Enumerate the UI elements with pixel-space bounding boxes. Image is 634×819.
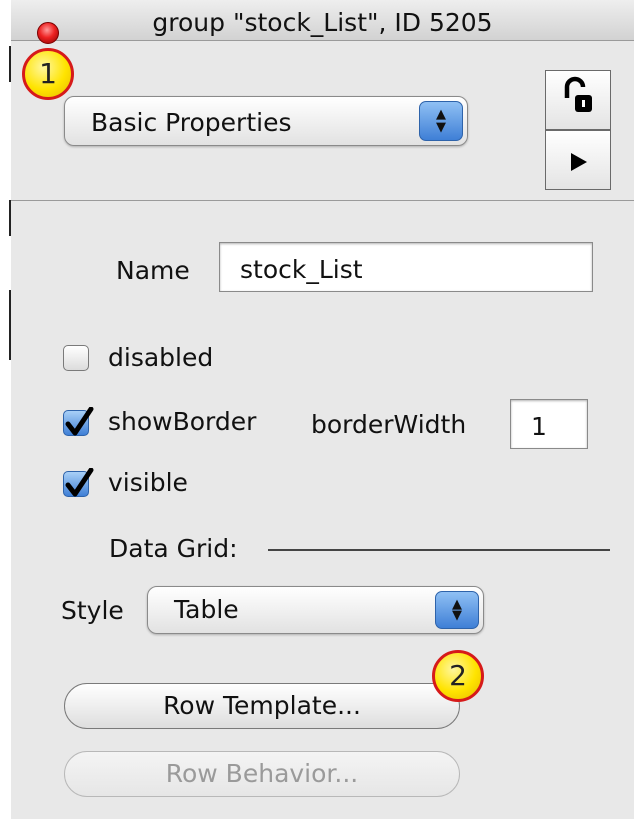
checkmark-icon [65, 407, 94, 436]
lock-button[interactable] [545, 70, 611, 130]
row-behavior-button: Row Behavior... [64, 751, 460, 797]
style-label: Style [61, 596, 124, 625]
callout-badge-1: 1 [22, 48, 74, 100]
disabled-label: disabled [108, 343, 214, 372]
checkmark-icon [65, 468, 94, 497]
header-divider [11, 200, 634, 201]
border-width-label: borderWidth [311, 410, 467, 439]
inspector-panel: group "stock_List", ID 5205 Basic Proper… [11, 0, 634, 819]
select-arrows-icon: ▲ ▼ [419, 101, 463, 141]
show-border-label: showBorder [108, 407, 257, 436]
callout-badge-2: 2 [432, 650, 484, 702]
unlock-icon [564, 76, 592, 112]
play-arrow-icon [571, 153, 587, 171]
data-grid-heading: Data Grid: [109, 534, 238, 563]
show-border-checkbox[interactable] [63, 407, 94, 436]
border-width-field[interactable]: 1 [510, 399, 588, 449]
title-bar: group "stock_List", ID 5205 [11, 0, 634, 44]
window-title: group "stock_List", ID 5205 [152, 8, 493, 37]
row-template-button[interactable]: Row Template... [64, 683, 460, 729]
style-select[interactable]: Table ▲ ▼ [147, 586, 484, 634]
pane-select[interactable]: Basic Properties ▲ ▼ [64, 96, 468, 146]
expand-button[interactable] [545, 130, 611, 190]
pane-select-value: Basic Properties [91, 108, 292, 137]
data-grid-rule [268, 549, 610, 551]
visible-label: visible [108, 468, 188, 497]
left-edge [0, 0, 11, 819]
visible-checkbox[interactable] [63, 468, 94, 497]
name-label: Name [116, 256, 190, 285]
select-arrows-icon: ▲ ▼ [435, 591, 479, 629]
style-select-value: Table [174, 595, 239, 624]
name-field[interactable]: stock_List [219, 242, 593, 292]
disabled-checkbox[interactable] [63, 345, 89, 371]
